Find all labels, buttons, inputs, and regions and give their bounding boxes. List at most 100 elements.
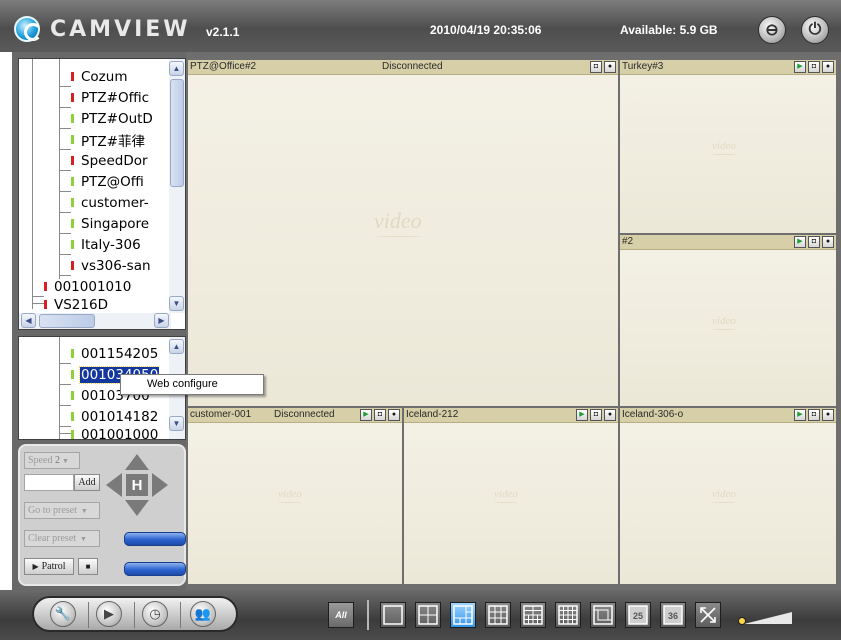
play-icon[interactable]: ▶ [360,409,372,421]
tree-item[interactable]: customer- [59,192,150,213]
preset-name-input[interactable] [24,474,74,491]
play-icon[interactable]: ▶ [576,409,588,421]
add-preset-button[interactable]: Add [74,474,100,491]
snapshot-icon[interactable]: ◘ [590,61,602,73]
tree-item[interactable]: Singapore [59,213,150,234]
zoom-out-button[interactable] [124,562,186,576]
scroll-thumb[interactable] [39,314,95,328]
record-icon[interactable]: ● [822,236,834,248]
tree-item[interactable]: PTZ#Offic [59,87,150,108]
scroll-up-icon[interactable]: ▲ [169,339,184,354]
users-button[interactable]: 👥 [190,601,216,627]
camera-status-icon [71,240,74,249]
pan-up-icon[interactable] [125,454,149,470]
settings-button[interactable]: 🔧 [50,601,76,627]
minimize-button[interactable]: ⊖ [758,16,786,44]
volume-slider[interactable] [738,608,794,628]
schedule-button[interactable]: ◷ [142,601,168,627]
video-grid: PTZ@Office#2 Disconnected ◘ ● video Turk… [186,52,841,590]
tree-item[interactable]: SpeedDor [59,150,149,171]
scroll-right-icon[interactable]: ▶ [154,313,169,328]
camera-status-icon [71,261,74,270]
scroll-down-icon[interactable]: ▼ [169,416,184,431]
layout-25-button[interactable]: 25 [625,602,651,628]
record-icon[interactable]: ● [604,409,616,421]
speed-select[interactable]: Speed 2 ▼ [24,452,80,469]
play-icon[interactable]: ▶ [794,409,806,421]
datetime-label: 2010/04/19 20:35:06 [430,23,542,37]
video-cell[interactable]: PTZ@Office#2 Disconnected ◘ ● video [188,60,618,406]
all-cameras-button[interactable]: All [328,602,354,628]
speed-value: 2 [54,455,60,466]
tree-item[interactable]: PTZ@Offi [59,171,145,192]
record-icon[interactable]: ● [604,61,616,73]
snapshot-icon[interactable]: ◘ [808,61,820,73]
snapshot-icon[interactable]: ◘ [374,409,386,421]
tree-item[interactable]: 001001010 [32,276,132,297]
stop-patrol-button[interactable]: ■ [78,558,98,575]
video-watermark: video [712,140,736,155]
video-cell[interactable]: Turkey#3 ▶ ◘ ● video [620,60,836,233]
layout-10-button[interactable] [520,602,546,628]
snapshot-icon[interactable]: ◘ [590,409,602,421]
video-cell[interactable]: Iceland-212 ▶ ◘ ● video [404,408,618,584]
patrol-button[interactable]: ▶ Patrol [24,558,74,575]
camera-tree-vertical-scrollbar[interactable]: ▲ ▼ [169,59,185,313]
tree-item[interactable]: Cozum [59,66,128,87]
layout-4-button[interactable] [415,602,441,628]
zoom-in-button[interactable] [124,532,186,546]
scroll-up-icon[interactable]: ▲ [169,61,184,76]
tree-item[interactable]: 001001000 [59,427,159,439]
connection-status: Disconnected [274,409,335,420]
pan-left-icon[interactable] [106,473,122,497]
layout-9-button[interactable] [485,602,511,628]
layout-36-button[interactable]: 36 [660,602,686,628]
pan-down-icon[interactable] [125,500,149,516]
volume-knob-icon[interactable] [738,617,746,625]
camera-status-icon [71,114,74,123]
snapshot-icon[interactable]: ◘ [808,236,820,248]
layout-16-button[interactable] [590,602,616,628]
snapshot-icon[interactable]: ◘ [808,409,820,421]
chevron-down-icon: ▼ [80,534,87,543]
layout-6-button[interactable] [450,602,476,628]
scroll-down-icon[interactable]: ▼ [169,296,184,311]
camera-name: Iceland-212 [406,409,459,420]
scroll-left-icon[interactable]: ◀ [21,313,36,328]
tree-item[interactable]: vs306-san [59,255,152,276]
layout-13-button[interactable] [555,602,581,628]
clear-preset-select[interactable]: Clear preset ▼ [24,530,100,547]
fullscreen-button[interactable] [695,602,721,628]
play-icon[interactable]: ▶ [794,61,806,73]
play-icon[interactable]: ▶ [794,236,806,248]
ptz-home-button[interactable]: H [126,474,148,496]
camera-status-icon [71,391,74,400]
tree-item[interactable]: VS216D [32,297,109,311]
record-icon[interactable]: ● [388,409,400,421]
tree-item[interactable]: 001014182 [59,406,159,427]
goto-preset-select[interactable]: Go to preset ▼ [24,502,100,519]
camera-status-icon [44,300,47,309]
video-cell-controls: ▶ ◘ ● [794,409,834,421]
camera-tree-horizontal-scrollbar[interactable]: ◀ ▶ [19,313,171,329]
video-cell-controls: ▶ ◘ ● [576,409,616,421]
playback-button[interactable]: ▶ [96,601,122,627]
scroll-thumb[interactable] [170,79,184,187]
tree-item[interactable]: PTZ#菲律 [59,129,146,150]
pan-right-icon[interactable] [152,473,168,497]
record-icon[interactable]: ● [822,61,834,73]
power-button[interactable]: ⏻ [801,16,829,44]
record-icon[interactable]: ● [822,409,834,421]
tree-item-label: 001001010 [54,278,132,295]
video-cell[interactable]: customer-001 Disconnected ▶ ◘ ● video [188,408,402,584]
tree-item[interactable]: Italy-306 [59,234,142,255]
speed-label: Speed [28,455,53,466]
web-configure-menu-item[interactable]: Web configure [123,377,261,392]
tree-item[interactable]: 001154205 [59,343,159,364]
video-cell[interactable]: #2 ▶ ◘ ● video [620,235,836,406]
context-menu: Web configure [120,374,264,395]
tree-item[interactable]: PTZ#OutD [59,108,154,129]
video-cell[interactable]: Iceland-306-o ▶ ◘ ● video [620,408,836,584]
camera-status-icon [71,93,74,102]
layout-1-button[interactable] [380,602,406,628]
